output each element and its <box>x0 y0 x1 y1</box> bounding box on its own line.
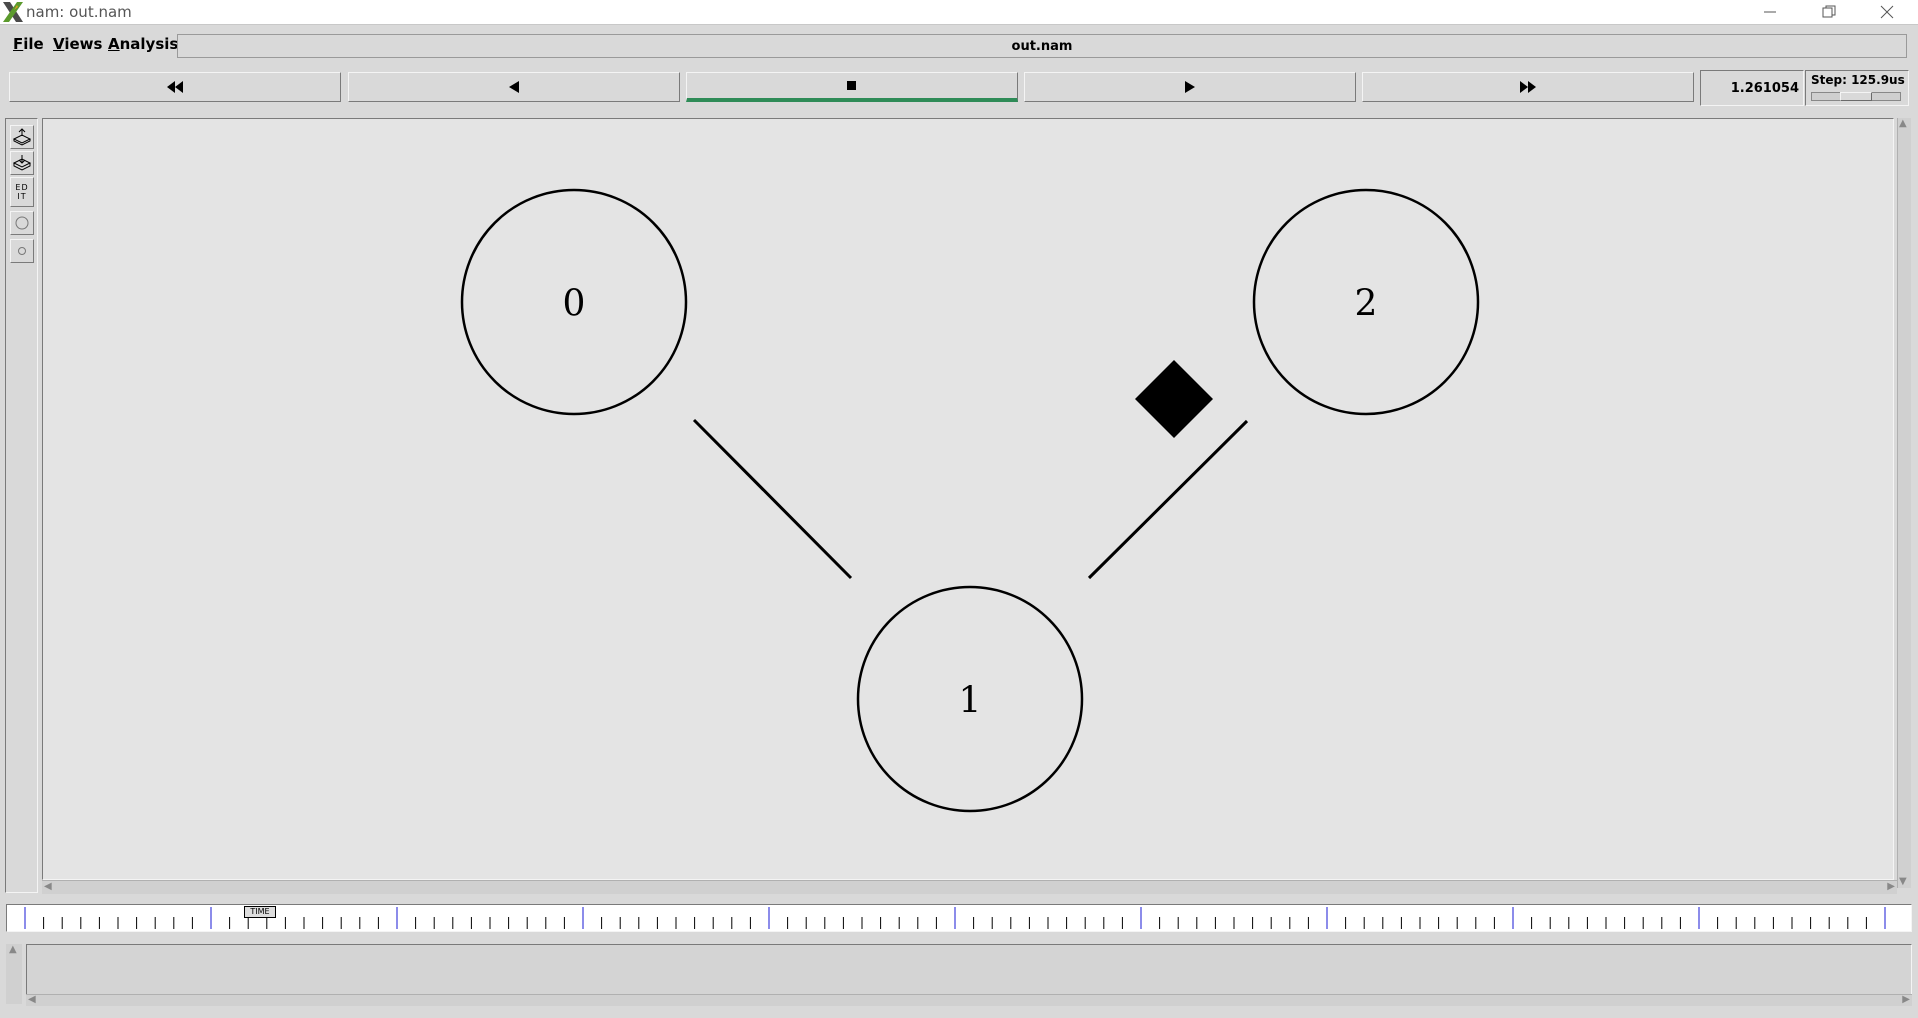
menu-file-rest: ile <box>23 35 44 53</box>
minimize-icon <box>1764 11 1776 13</box>
step-label: Step: 125.9us <box>1811 73 1905 87</box>
zoom-in-icon <box>12 128 32 146</box>
tool-strip: ED IT <box>5 118 38 893</box>
stop-button[interactable] <box>686 72 1018 102</box>
annotation-scroll-right-icon[interactable]: ▶ <box>1902 995 1910 1005</box>
zoom-out-icon <box>12 155 32 171</box>
node-shape-button[interactable] <box>10 211 34 235</box>
menu-analysis[interactable]: Analysis <box>108 35 178 53</box>
scroll-right-arrow-icon[interactable]: ▶ <box>1887 882 1895 892</box>
node-2[interactable]: 2 <box>1252 188 1480 416</box>
step-slider-thumb[interactable] <box>1840 92 1872 101</box>
small-node-button[interactable] <box>10 239 34 263</box>
x-logo-icon <box>2 1 24 23</box>
scroll-up-arrow-icon[interactable]: ▲ <box>1899 119 1907 129</box>
menu-bar: File Views Analysis out.nam <box>0 25 1918 65</box>
node-circle-icon <box>15 216 29 230</box>
annotation-panel: ▲ ◀ ▶ <box>6 942 1912 1006</box>
zoom-in-button[interactable] <box>10 125 34 149</box>
annotation-horizontal-scrollbar[interactable]: ◀ ▶ <box>26 994 1912 1006</box>
minimize-button[interactable] <box>1741 0 1799 24</box>
network-canvas[interactable]: 0 1 2 <box>42 118 1894 880</box>
annotation-scroll-left-icon[interactable]: ◀ <box>28 995 36 1005</box>
zoom-out-button[interactable] <box>10 151 34 175</box>
time-slider[interactable]: TIME <box>6 904 1912 932</box>
menu-file[interactable]: File <box>13 35 44 53</box>
scroll-left-arrow-icon[interactable]: ◀ <box>44 882 52 892</box>
restore-icon <box>1822 5 1836 18</box>
close-icon <box>1880 5 1894 19</box>
step-control: Step: 125.9us <box>1805 70 1909 106</box>
node-1-label: 1 <box>959 681 982 722</box>
stop-icon <box>847 80 856 90</box>
node-2-label: 2 <box>1355 284 1378 325</box>
edit-button[interactable]: ED IT <box>10 177 34 207</box>
node-0[interactable]: 0 <box>460 188 688 416</box>
fast-rewind-button[interactable] <box>9 72 341 102</box>
scroll-down-arrow-icon[interactable]: ▼ <box>1899 877 1907 887</box>
step-slider[interactable] <box>1811 92 1901 101</box>
fast-forward-icon <box>1520 81 1536 93</box>
play-backward-icon <box>509 81 519 93</box>
time-slider-thumb[interactable]: TIME <box>244 906 276 918</box>
link-1-2 <box>1087 419 1249 580</box>
play-forward-button[interactable] <box>1024 72 1356 102</box>
edit-icon: ED IT <box>15 183 29 201</box>
restore-button[interactable] <box>1800 0 1858 24</box>
window-title: nam: out.nam <box>26 3 132 21</box>
node-0-label: 0 <box>563 284 586 325</box>
canvas-horizontal-scrollbar[interactable]: ◀ ▶ <box>42 880 1897 894</box>
play-backward-button[interactable] <box>348 72 680 102</box>
packet-diamond[interactable] <box>1135 360 1213 438</box>
canvas-vertical-scrollbar[interactable]: ▲ ▼ <box>1897 118 1911 888</box>
fast-forward-button[interactable] <box>1362 72 1694 102</box>
topology-view: 0 1 2 <box>460 188 1480 813</box>
fast-rewind-icon <box>167 81 183 93</box>
file-name-display: out.nam <box>177 34 1907 58</box>
menu-analysis-rest: nalysis <box>119 35 179 53</box>
annotation-vertical-scrollbar[interactable]: ▲ <box>6 944 22 1004</box>
time-ticks <box>24 907 1886 929</box>
title-bar: nam: out.nam <box>0 0 1918 25</box>
close-button[interactable] <box>1858 0 1916 24</box>
link-0-1 <box>692 418 853 580</box>
play-forward-icon <box>1185 81 1195 93</box>
node-1[interactable]: 1 <box>856 585 1084 813</box>
menu-views[interactable]: Views <box>53 35 102 53</box>
current-time-display: 1.261054 <box>1700 70 1804 106</box>
menu-views-rest: iews <box>64 35 103 53</box>
annotation-list[interactable] <box>26 944 1912 996</box>
annotation-scroll-up-icon[interactable]: ▲ <box>9 945 17 955</box>
small-circle-icon <box>18 247 26 255</box>
